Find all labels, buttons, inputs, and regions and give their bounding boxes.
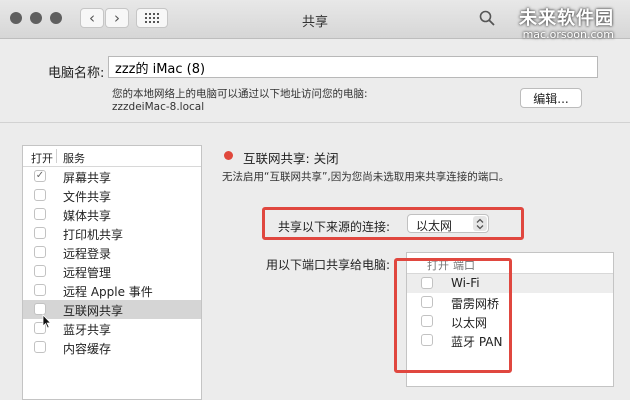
column-header-service[interactable]: 服务	[63, 150, 85, 166]
ports-label: 用以下端口共享给电脑:	[266, 258, 391, 272]
watermark-url: mac.orsoon.com	[522, 28, 614, 41]
service-checkbox[interactable]	[34, 189, 46, 201]
edit-button[interactable]: 编辑...	[520, 88, 582, 108]
service-label: 屏幕共享	[63, 171, 112, 185]
mouse-cursor-icon	[42, 314, 52, 329]
service-row[interactable]: 远程登录	[23, 243, 201, 262]
service-row[interactable]: ✓ 屏幕共享	[23, 167, 201, 186]
divider	[0, 122, 630, 123]
title-bar: ‹ › 共享 未来软件园 mac.orsoon.com	[0, 0, 630, 41]
search-icon[interactable]	[478, 9, 496, 27]
service-row[interactable]: 打印机共享	[23, 224, 201, 243]
service-label: 文件共享	[63, 190, 112, 204]
service-label: 互联网共享	[63, 304, 124, 318]
service-row[interactable]: 媒体共享	[23, 205, 201, 224]
column-header-open[interactable]: 打开	[31, 150, 53, 166]
service-label: 内容缓存	[63, 342, 112, 356]
service-label: 远程 Apple 事件	[63, 285, 153, 299]
computer-name-label: 电脑名称:	[48, 66, 105, 81]
service-label: 媒体共享	[63, 209, 112, 223]
service-checkbox[interactable]	[34, 208, 46, 220]
highlight-frame-share-from	[262, 207, 524, 240]
service-checkbox[interactable]: ✓	[34, 170, 46, 182]
watermark: 未来软件园 mac.orsoon.com	[519, 4, 614, 41]
highlight-frame-ports	[394, 258, 512, 373]
service-checkbox[interactable]	[34, 284, 46, 296]
service-row[interactable]: 文件共享	[23, 186, 201, 205]
service-label: 远程管理	[63, 266, 112, 280]
service-checkbox[interactable]	[34, 341, 46, 353]
services-list: 打开 服务 ✓ 屏幕共享文件共享媒体共享打印机共享远程登录远程管理远程 Apple…	[22, 145, 202, 400]
status-indicator-icon	[224, 151, 233, 160]
service-label: 打印机共享	[63, 228, 124, 242]
service-row[interactable]: 远程 Apple 事件	[23, 281, 201, 300]
sharing-status: 互联网共享: 关闭	[243, 151, 339, 166]
column-separator	[56, 149, 57, 163]
service-checkbox[interactable]	[34, 265, 46, 277]
service-row[interactable]: 内容缓存	[23, 338, 201, 357]
service-checkbox[interactable]	[34, 246, 46, 258]
sharing-status-note: 无法启用“互联网共享”,因为您尚未选取用来共享连接的端口。	[222, 171, 510, 183]
service-checkbox[interactable]	[34, 227, 46, 239]
watermark-title: 未来软件园	[519, 8, 614, 29]
service-row[interactable]: 远程管理	[23, 262, 201, 281]
computer-local-address: zzzdeiMac-8.local	[112, 101, 205, 113]
services-list-header: 打开 服务	[23, 146, 201, 167]
service-label: 蓝牙共享	[63, 323, 112, 337]
service-label: 远程登录	[63, 247, 112, 261]
computer-address-description: 您的本地网络上的电脑可以通过以下地址访问您的电脑:	[112, 88, 368, 100]
computer-name-field[interactable]	[108, 56, 598, 78]
